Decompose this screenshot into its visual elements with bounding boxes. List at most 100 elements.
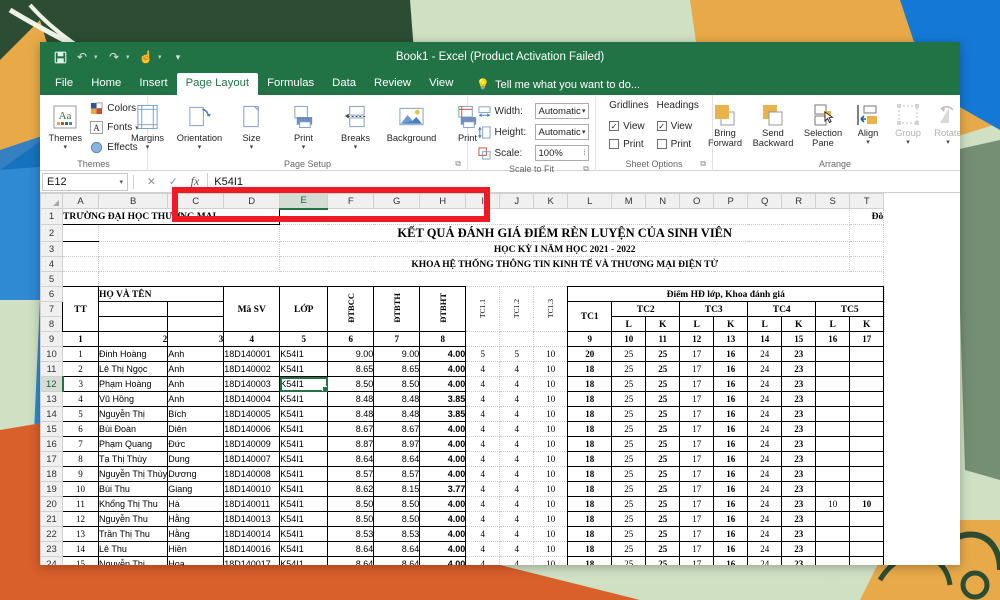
cell-t1-right-text[interactable]: Đô xyxy=(849,208,885,225)
cell-dtbht[interactable]: 4.00 xyxy=(419,496,467,512)
cell-masv[interactable]: 18D140010 xyxy=(223,481,281,497)
cell-ho[interactable]: Nguyễn Thu xyxy=(97,511,169,527)
cell-dtbth[interactable]: 8.50 xyxy=(373,496,421,512)
cell-header-tc5-l[interactable]: L xyxy=(815,316,851,332)
cell-dtbth[interactable]: 8.64 xyxy=(373,541,421,557)
cell-tc5-l[interactable] xyxy=(815,421,851,437)
undo-icon[interactable]: ↶ xyxy=(72,47,92,67)
row-header-2[interactable]: 2 xyxy=(40,224,63,242)
cell-tc13[interactable]: 10 xyxy=(533,466,569,482)
cell-dtbcc[interactable]: 8.65 xyxy=(327,361,375,377)
headings-view-checkbox[interactable]: ✓ View xyxy=(656,117,692,135)
cell-lop[interactable]: K54I1 xyxy=(279,406,329,422)
tab-insert[interactable]: Insert xyxy=(130,73,176,95)
cell-header-dtbht[interactable]: ĐTBHT xyxy=(419,286,467,332)
cell-tc12[interactable]: 4 xyxy=(499,526,535,542)
cell-tt[interactable]: 6 xyxy=(62,421,99,437)
cell-tc5-l[interactable] xyxy=(815,346,851,362)
cell-tc3-k[interactable]: 16 xyxy=(713,391,749,407)
cell-tt[interactable]: 15 xyxy=(62,556,99,565)
cell-tt[interactable]: 12 xyxy=(62,511,99,527)
cell-dtbth[interactable]: 8.65 xyxy=(373,361,421,377)
num-col-7[interactable]: 7 xyxy=(373,331,421,347)
cell-dtbcc[interactable]: 8.53 xyxy=(327,526,375,542)
cell-header-tc2-k[interactable]: K xyxy=(645,316,681,332)
cell-dtbht[interactable]: 4.00 xyxy=(419,421,467,437)
cell-dtbht[interactable]: 4.00 xyxy=(419,511,467,527)
cell-tc3-l[interactable]: 17 xyxy=(679,481,715,497)
cell-dtbth[interactable]: 8.67 xyxy=(373,421,421,437)
send-backward-button[interactable]: Send Backward xyxy=(748,99,798,148)
cell-tc2-l[interactable]: 25 xyxy=(611,376,647,392)
cell-tc11[interactable]: 4 xyxy=(465,526,501,542)
row-header-21[interactable]: 21 xyxy=(40,511,63,527)
cell-tc5-k[interactable] xyxy=(849,346,885,362)
breaks-button[interactable]: Breaks ▾ xyxy=(330,99,382,153)
cell-tc1[interactable]: 18 xyxy=(567,511,613,527)
touch-mode-icon[interactable]: ☝ xyxy=(136,47,156,67)
cell-ten[interactable]: Anh xyxy=(167,346,225,362)
cell-tc4-l[interactable]: 24 xyxy=(747,466,783,482)
cell-tc4-k[interactable]: 23 xyxy=(781,406,817,422)
cell-tc12[interactable]: 4 xyxy=(499,451,535,467)
cell-b4[interactable] xyxy=(98,256,281,272)
cell-tc4-k[interactable]: 23 xyxy=(781,541,817,557)
cell-f1-blank[interactable] xyxy=(279,208,851,225)
num-col-4[interactable]: 4 xyxy=(223,331,281,347)
cell-tc5-k[interactable] xyxy=(849,541,885,557)
name-box-dropdown-icon[interactable]: ▾ xyxy=(119,178,123,186)
cell-masv[interactable]: 18D140008 xyxy=(223,466,281,482)
cell-ten[interactable]: Dương xyxy=(167,466,225,482)
cell-tc2-l[interactable]: 25 xyxy=(611,526,647,542)
cell-dtbth[interactable]: 8.64 xyxy=(373,451,421,467)
sheet-options-dialog-launcher-icon[interactable]: ⧉ xyxy=(700,157,706,170)
cell-tc3-l[interactable]: 17 xyxy=(679,376,715,392)
spreadsheet-grid[interactable]: A B C D E F G H I J K L M N O P Q R S T xyxy=(40,193,960,565)
tab-formulas[interactable]: Formulas xyxy=(258,73,323,95)
cell-header-ten-blank[interactable] xyxy=(167,301,225,317)
row-header-12[interactable]: 12 xyxy=(40,376,64,392)
cell-tc3-l[interactable]: 17 xyxy=(679,511,715,527)
gridlines-view-checkbox-box[interactable]: ✓ xyxy=(609,121,620,131)
cell-lop[interactable]: K54I1 xyxy=(279,526,329,542)
cell-tc12[interactable]: 4 xyxy=(499,376,535,392)
cell-ten[interactable]: Hoa xyxy=(167,556,225,565)
cell-ho[interactable]: Trần Thị Thu xyxy=(97,526,169,542)
cell-masv[interactable]: 18D140017 xyxy=(223,556,281,565)
cell-tc11[interactable]: 4 xyxy=(465,496,501,512)
cell-tc4-l[interactable]: 24 xyxy=(747,421,783,437)
num-col-blank-1[interactable] xyxy=(465,331,501,347)
cell-tc4-k[interactable]: 23 xyxy=(781,361,817,377)
num-col-2[interactable]: 2 xyxy=(97,331,169,347)
width-dropdown-icon[interactable]: ▾ xyxy=(582,107,588,115)
row-header-18[interactable]: 18 xyxy=(40,466,63,482)
height-field-row[interactable]: Height: Automatic ▾ xyxy=(477,122,589,142)
height-select[interactable]: Automatic ▾ xyxy=(534,124,589,140)
tab-review[interactable]: Review xyxy=(365,73,420,95)
cell-tc5-l[interactable] xyxy=(815,376,851,392)
cell-tc11[interactable]: 4 xyxy=(465,376,501,392)
cell-dtbcc[interactable]: 8.67 xyxy=(327,421,375,437)
cell-header-tc1-group[interactable]: TC1 xyxy=(567,301,613,332)
row-header-4[interactable]: 4 xyxy=(40,256,63,272)
row-header-23[interactable]: 23 xyxy=(40,541,63,557)
cell-tc2-k[interactable]: 25 xyxy=(645,346,681,362)
cell-tc3-k[interactable]: 16 xyxy=(713,481,749,497)
table-row[interactable]: 24 15 Nguyễn Thị Hoa 18D140017 K54I1 8.64 8.64 4… xyxy=(40,556,885,565)
cell-tc12[interactable]: 4 xyxy=(499,496,535,512)
cell-tc11[interactable]: 4 xyxy=(465,541,501,557)
column-header-f[interactable]: F xyxy=(327,193,375,209)
cell-lop[interactable]: K54I1 xyxy=(279,451,329,467)
cell-tc2-k[interactable]: 25 xyxy=(645,361,681,377)
cell-ho[interactable]: Nguyễn Thị xyxy=(97,406,169,422)
cell-header-tc4-group[interactable]: TC4 xyxy=(747,301,817,317)
cell-tc13[interactable]: 10 xyxy=(533,391,569,407)
cell-tc5-l[interactable] xyxy=(815,436,851,452)
cell-tc3-l[interactable]: 17 xyxy=(679,346,715,362)
scale-to-fit-dialog-launcher-icon[interactable]: ⧉ xyxy=(583,162,589,175)
tab-data[interactable]: Data xyxy=(323,73,365,95)
num-col-5[interactable]: 5 xyxy=(279,331,329,347)
cell-dtbcc[interactable]: 8.48 xyxy=(327,391,375,407)
cell-tc13[interactable]: 10 xyxy=(533,481,569,497)
cell-masv[interactable]: 18D140006 xyxy=(223,421,281,437)
